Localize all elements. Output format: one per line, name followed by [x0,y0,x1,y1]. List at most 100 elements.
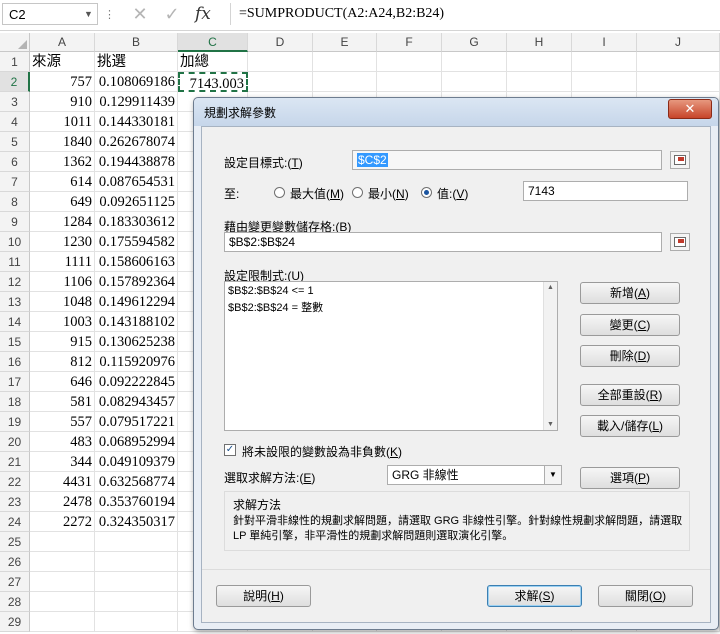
radio-max[interactable] [274,187,285,198]
row-header[interactable]: 22 [0,472,30,492]
close-dialog-button[interactable]: 關閉(O) [598,585,693,607]
column-header-b[interactable]: B [95,33,178,52]
cell-j[interactable] [637,52,720,72]
column-header-i[interactable]: I [572,33,637,52]
row-header[interactable]: 16 [0,352,30,372]
cell-f[interactable] [377,72,442,92]
column-header-j[interactable]: J [637,33,720,52]
cell-h[interactable] [507,52,572,72]
cell-a[interactable]: 1840 [30,132,95,152]
row-header[interactable]: 24 [0,512,30,532]
cell-i[interactable] [572,72,637,92]
cell-a[interactable]: 614 [30,172,95,192]
cell-b[interactable]: 0.183303612 [95,212,178,232]
cell-a[interactable]: 2272 [30,512,95,532]
column-header-h[interactable]: H [507,33,572,52]
scroll-down-icon[interactable]: ▼ [547,421,554,428]
cell-b[interactable]: 0.049109379 [95,452,178,472]
row-header[interactable]: 23 [0,492,30,512]
row-header[interactable]: 18 [0,392,30,412]
cell-b[interactable]: 0.068952994 [95,432,178,452]
row-header[interactable]: 3 [0,92,30,112]
options-button[interactable]: 選項(P) [580,467,680,489]
select-all-corner[interactable] [0,33,30,52]
constraints-scrollbar[interactable]: ▲ ▼ [543,282,557,430]
chevron-down-icon[interactable]: ▼ [84,3,93,25]
cell-a[interactable]: 1111 [30,252,95,272]
cell-a[interactable]: 1284 [30,212,95,232]
cell-a[interactable]: 來源 [30,52,95,72]
row-header[interactable]: 15 [0,332,30,352]
row-header[interactable]: 12 [0,272,30,292]
cell-c[interactable]: 7143.003 [178,72,248,92]
cell-b[interactable]: 0.194438878 [95,152,178,172]
cell-a[interactable] [30,552,95,572]
row-header[interactable]: 9 [0,212,30,232]
cell-a[interactable]: 649 [30,192,95,212]
row-header[interactable]: 29 [0,612,30,632]
cell-b[interactable] [95,612,178,632]
cell-b[interactable]: 挑選 [95,52,178,72]
cell-a[interactable]: 2478 [30,492,95,512]
cell-a[interactable]: 757 [30,72,95,92]
row-header[interactable]: 21 [0,452,30,472]
cell-g[interactable] [442,52,507,72]
row-header[interactable]: 1 [0,52,30,72]
cell-a[interactable]: 915 [30,332,95,352]
cell-a[interactable]: 557 [30,412,95,432]
cell-e[interactable] [313,72,377,92]
solve-button[interactable]: 求解(S) [487,585,582,607]
row-header[interactable]: 26 [0,552,30,572]
constraint-item[interactable]: $B$2:$B$24 <= 1 [228,285,314,297]
row-header[interactable]: 8 [0,192,30,212]
add-button[interactable]: 新增(A) [580,282,680,304]
solving-method-select[interactable]: GRG 非線性 ▼ [387,465,562,485]
cell-h[interactable] [507,72,572,92]
column-header-e[interactable]: E [313,33,377,52]
load-save-button[interactable]: 載入/儲存(L) [580,415,680,437]
cell-d[interactable] [248,72,313,92]
radio-value-label[interactable]: 值:(V) [437,185,468,202]
objective-field[interactable]: $C$2 [352,150,662,170]
row-header[interactable]: 10 [0,232,30,252]
nonnegative-label[interactable]: 將未設限的變數設為非負數(K) [242,443,402,460]
radio-max-label[interactable]: 最大值(M) [290,185,344,202]
cell-a[interactable]: 4431 [30,472,95,492]
cell-a[interactable]: 581 [30,392,95,412]
cell-e[interactable] [313,52,377,72]
cell-a[interactable]: 812 [30,352,95,372]
column-header-f[interactable]: F [377,33,442,52]
constraint-item[interactable]: $B$2:$B$24 = 整數 [228,299,323,315]
collapse-dialog-button[interactable] [670,151,690,169]
cell-b[interactable] [95,552,178,572]
nonnegative-checkbox[interactable]: ✓ [224,444,236,456]
row-header[interactable]: 5 [0,132,30,152]
row-header[interactable]: 4 [0,112,30,132]
cell-a[interactable] [30,532,95,552]
row-header[interactable]: 2 [0,72,30,92]
cell-a[interactable] [30,572,95,592]
cell-a[interactable]: 1003 [30,312,95,332]
cell-b[interactable]: 0.158606163 [95,252,178,272]
cell-a[interactable]: 1011 [30,112,95,132]
cell-b[interactable]: 0.082943457 [95,392,178,412]
cell-d[interactable] [248,52,313,72]
column-header-a[interactable]: A [30,33,95,52]
column-header-d[interactable]: D [248,33,313,52]
cell-a[interactable]: 1048 [30,292,95,312]
cell-a[interactable]: 483 [30,432,95,452]
cell-g[interactable] [442,72,507,92]
cell-b[interactable] [95,532,178,552]
cell-a[interactable]: 646 [30,372,95,392]
cell-c[interactable]: 加總 [178,52,248,72]
cell-a[interactable]: 344 [30,452,95,472]
cell-b[interactable]: 0.144330181 [95,112,178,132]
row-header[interactable]: 6 [0,152,30,172]
cell-i[interactable] [572,52,637,72]
collapse-dialog-button-2[interactable] [670,233,690,251]
cell-b[interactable]: 0.353760194 [95,492,178,512]
cell-b[interactable]: 0.324350317 [95,512,178,532]
delete-button[interactable]: 刪除(D) [580,345,680,367]
cell-b[interactable]: 0.092651125 [95,192,178,212]
insert-function-icon[interactable]: fx [195,3,211,25]
